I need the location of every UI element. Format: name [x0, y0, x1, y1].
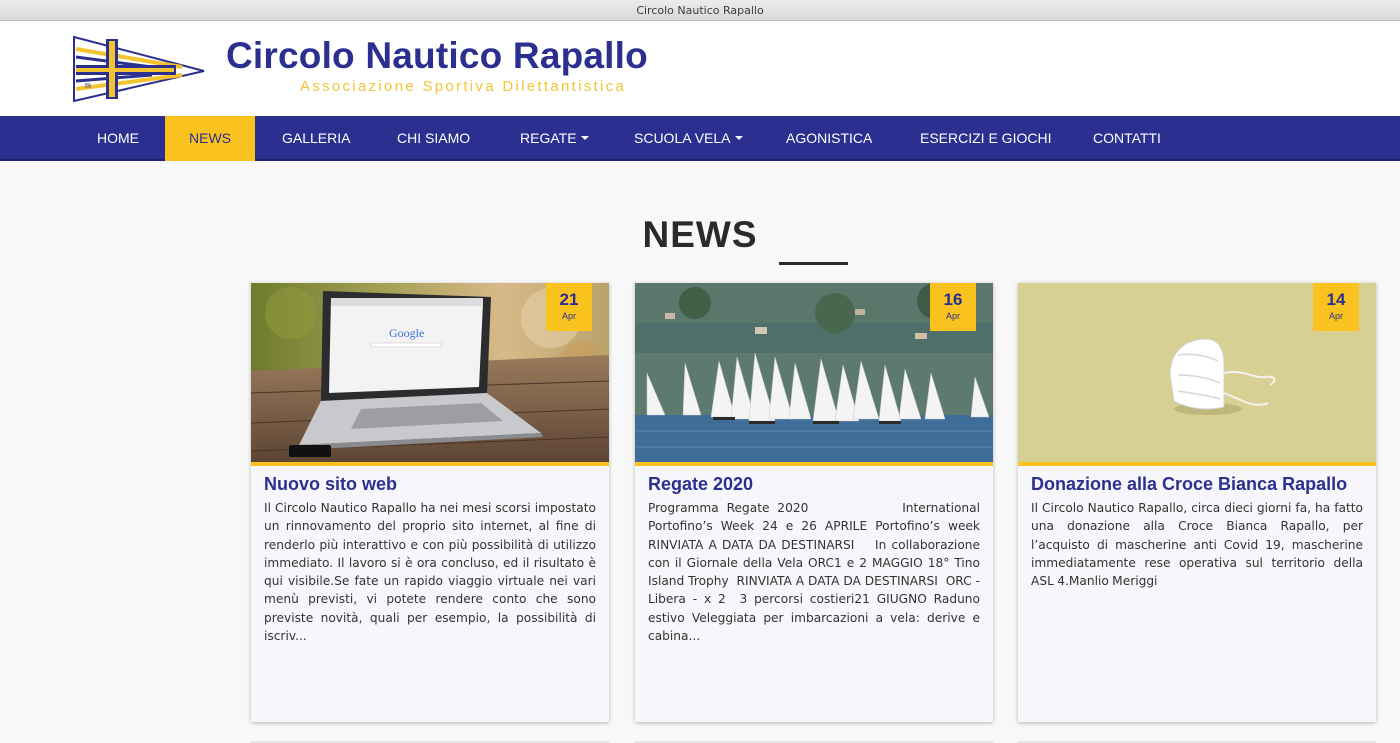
nav-scuola-vela-dropdown[interactable]: SCUOLA VELA [634, 116, 743, 161]
caret-down-icon [580, 136, 589, 141]
section-title: NEWS [642, 214, 758, 255]
logo-initials: fR [85, 83, 91, 90]
news-title-link[interactable]: Donazione alla Croce Bianca Rapallo [1031, 474, 1366, 495]
card-accent-bar [1018, 462, 1376, 466]
date-month: Apr [561, 311, 576, 321]
news-excerpt: Programma Regate 2020 International Port… [648, 501, 1014, 644]
nav-regate-dropdown[interactable]: REGATE [520, 116, 589, 161]
site-subtitle: Associazione Sportiva Dilettantistica [300, 78, 627, 95]
nav-chi-siamo[interactable]: CHI SIAMO [397, 116, 470, 161]
nav-news[interactable]: NEWS [165, 116, 255, 161]
news-card[interactable]: 16 Apr Regate 2020 Programma Regate 2020… [635, 283, 993, 722]
date-badge: 14 Apr [1313, 283, 1359, 331]
nav-esercizi-e-giochi[interactable]: ESERCIZI E GIOCHI [920, 116, 1051, 161]
nav-galleria-label: GALLERIA [282, 130, 351, 146]
date-day: 21 [559, 290, 579, 309]
news-section: NEWS Google 21 Apr Nuovo sito web Il Cir… [0, 161, 1400, 743]
site-header: fR Circolo Nautico Rapallo Associazione … [0, 21, 1400, 116]
google-logo-text: Google [389, 326, 424, 340]
nav-agonistica[interactable]: AGONISTICA [786, 116, 872, 161]
nav-scuola-vela-label: SCUOLA VELA [634, 130, 731, 146]
nav-chi-siamo-label: CHI SIAMO [397, 130, 471, 146]
nav-esercizi-label: ESERCIZI E GIOCHI [920, 130, 1052, 146]
date-month: Apr [1328, 311, 1343, 321]
card-accent-bar [251, 462, 609, 466]
title-underline [779, 262, 848, 265]
main-navigation: HOME NEWS GALLERIA CHI SIAMO REGATE SCUO… [0, 116, 1400, 161]
card-accent-bar [635, 462, 993, 466]
nav-regate-label: REGATE [520, 130, 577, 146]
nav-contatti-label: CONTATTI [1093, 130, 1161, 146]
news-excerpt: Il Circolo Nautico Rapallo, circa dieci … [1031, 501, 1363, 589]
window-title: Circolo Nautico Rapallo [0, 0, 1400, 21]
news-title-link[interactable]: Nuovo sito web [264, 474, 599, 495]
nav-home-label: HOME [97, 130, 139, 146]
nav-contatti[interactable]: CONTATTI [1093, 116, 1161, 161]
date-day: 16 [943, 290, 963, 309]
nav-news-label: NEWS [189, 130, 231, 146]
news-title-link[interactable]: Regate 2020 [648, 474, 983, 495]
caret-down-icon [734, 136, 743, 141]
nav-agonistica-label: AGONISTICA [786, 130, 873, 146]
nav-home[interactable]: HOME [97, 116, 139, 161]
club-burgee-logo[interactable]: fR [72, 35, 206, 103]
date-badge: 21 Apr [546, 283, 592, 331]
date-day: 14 [1326, 290, 1346, 309]
date-month: Apr [945, 311, 960, 321]
news-card[interactable]: Google 21 Apr Nuovo sito web Il Circolo … [251, 283, 609, 722]
site-title[interactable]: Circolo Nautico Rapallo [226, 35, 648, 77]
news-card[interactable]: 14 Apr Donazione alla Croce Bianca Rapal… [1018, 283, 1376, 722]
date-badge: 16 Apr [930, 283, 976, 331]
news-excerpt: Il Circolo Nautico Rapallo ha nei mesi s… [264, 501, 596, 644]
nav-galleria[interactable]: GALLERIA [282, 116, 350, 161]
